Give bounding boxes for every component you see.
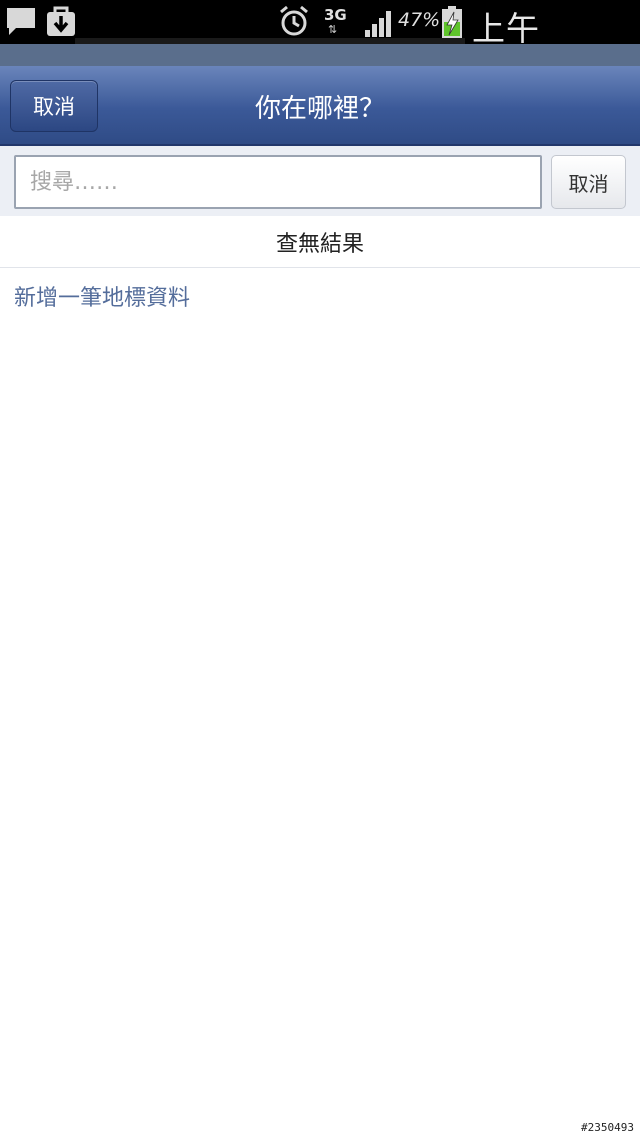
status-bar: 3G ⇅ 47% 上午 12:36	[0, 0, 640, 89]
header-cancel-button[interactable]: 取消	[10, 80, 98, 132]
watermark: #2350493	[581, 1121, 634, 1134]
add-place-link[interactable]: 新增一筆地標資料	[14, 280, 190, 312]
signal-icon	[365, 11, 391, 37]
header-main: 你在哪裡？ 取消	[0, 66, 640, 146]
message-icon	[7, 8, 35, 35]
header-bar: 你在哪裡？ 取消	[0, 44, 640, 146]
search-bar: 取消	[0, 146, 640, 216]
network-type-label: 3G	[324, 6, 347, 24]
battery-percent: 47%	[398, 9, 441, 31]
header-top-strip	[0, 44, 640, 66]
battery-charging-icon	[442, 6, 462, 38]
search-cancel-button[interactable]: 取消	[551, 155, 626, 209]
no-results-message: 查無結果	[0, 216, 640, 268]
data-activity-icon: ⇅	[328, 23, 337, 36]
alarm-icon	[280, 5, 308, 36]
download-icon	[47, 6, 75, 36]
search-input[interactable]	[14, 155, 542, 209]
